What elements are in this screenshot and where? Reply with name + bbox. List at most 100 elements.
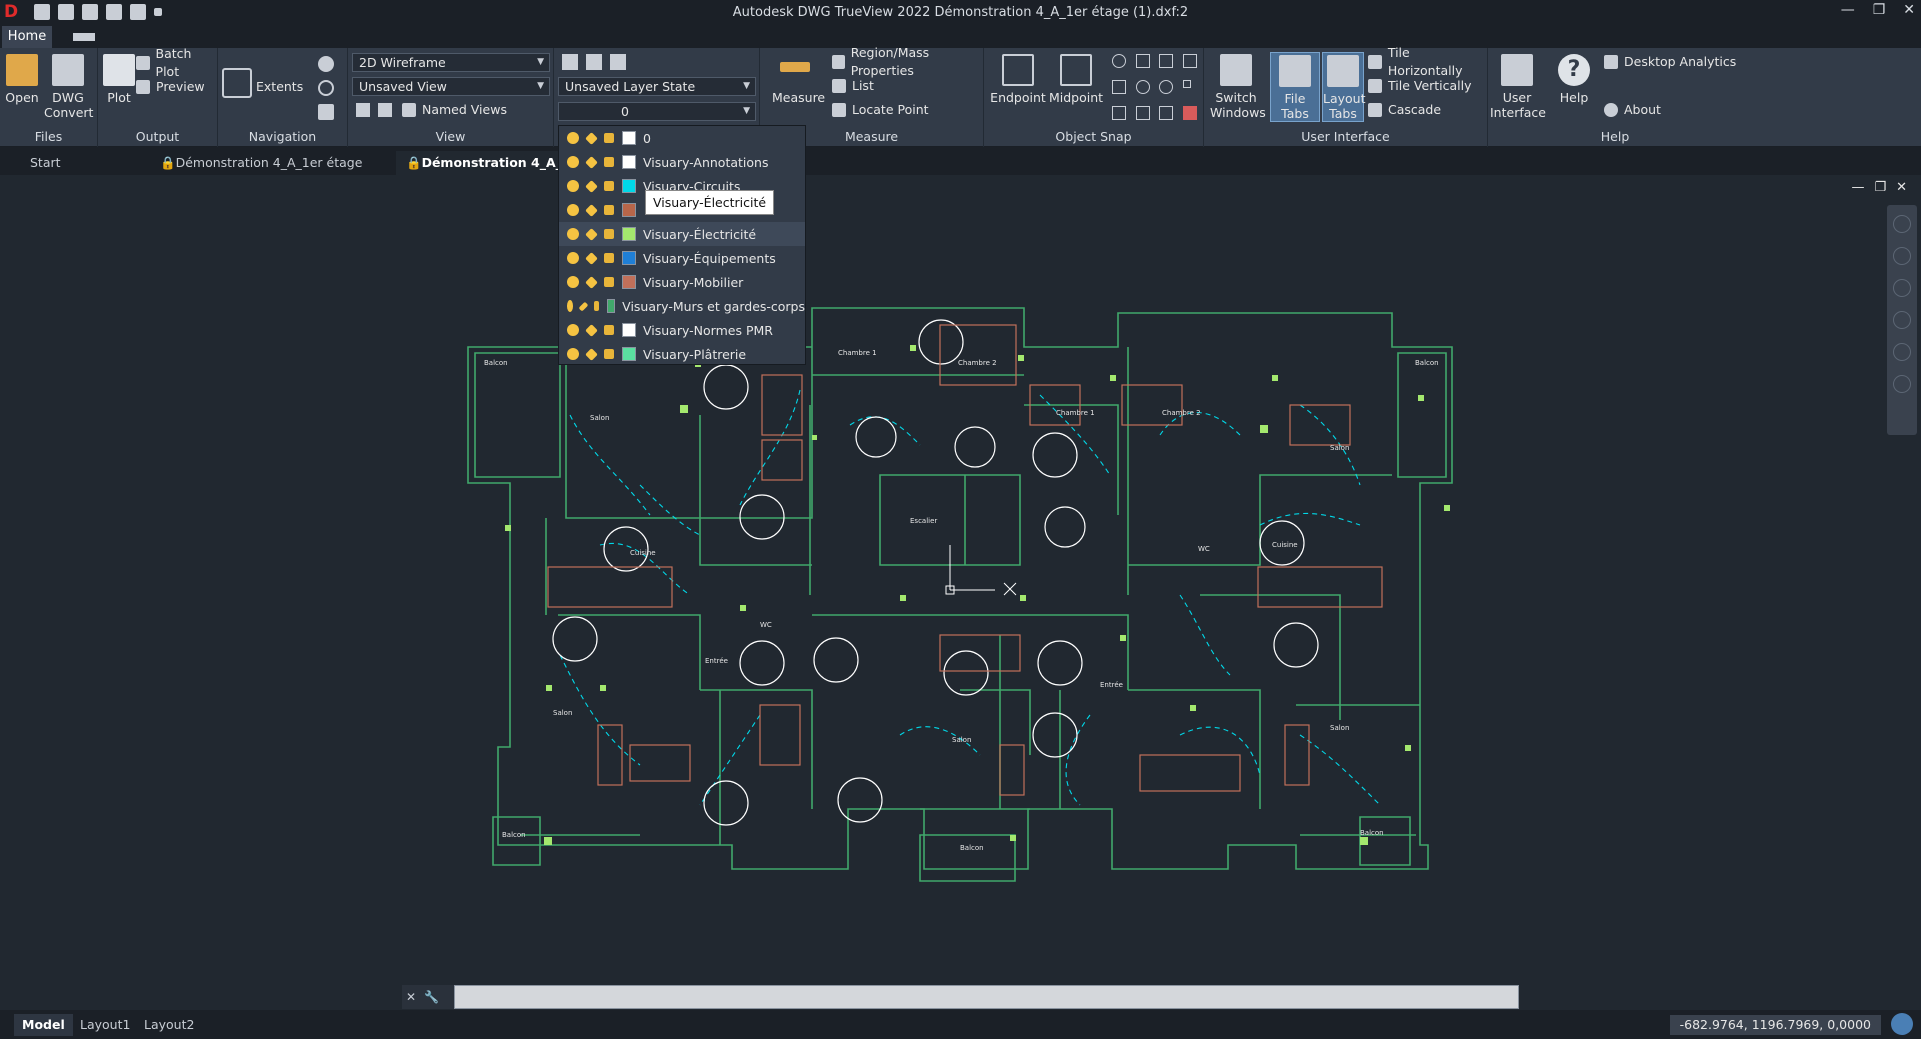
midpoint-button[interactable]: Midpoint: [1048, 54, 1104, 105]
layer-item[interactable]: 0: [559, 126, 805, 150]
visual-style-select[interactable]: 2D Wireframe ▼: [352, 53, 550, 72]
layer-unisolate-icon[interactable]: [610, 54, 626, 70]
tab-layout2[interactable]: Layout2: [136, 1014, 202, 1036]
unlock-icon[interactable]: [604, 205, 614, 215]
tab-home[interactable]: Home: [2, 26, 52, 48]
layer-item[interactable]: Visuary-Électricité: [559, 222, 805, 246]
restore-button[interactable]: ❐: [1873, 2, 1886, 18]
sun-freeze-icon[interactable]: [585, 131, 598, 145]
center-snap-icon[interactable]: [1112, 54, 1126, 68]
unlock-icon[interactable]: [604, 325, 614, 335]
extension-snap-icon[interactable]: [1182, 54, 1197, 68]
lightbulb-icon[interactable]: [567, 180, 579, 192]
sun-freeze-icon[interactable]: [585, 251, 598, 265]
unlock-icon[interactable]: [604, 253, 614, 263]
orbit-icon[interactable]: [318, 80, 334, 96]
sun-freeze-icon[interactable]: [585, 179, 598, 193]
unlock-icon[interactable]: [604, 157, 614, 167]
layer-properties-icon[interactable]: [562, 54, 578, 70]
close-command-line-icon[interactable]: ✕: [406, 990, 416, 1004]
unlock-icon[interactable]: [604, 133, 614, 143]
node-snap-icon[interactable]: [1112, 80, 1126, 94]
layer-item[interactable]: Visuary-Annotations: [559, 150, 805, 174]
tab-model[interactable]: Model: [14, 1014, 73, 1036]
layer-isolate-icon[interactable]: [586, 54, 602, 70]
pan-hand-icon[interactable]: [318, 56, 334, 72]
layer-item[interactable]: Visuary-Normes PMR: [559, 318, 805, 342]
lightbulb-icon[interactable]: [567, 204, 579, 216]
sun-freeze-icon[interactable]: [585, 323, 598, 337]
file-tabs-button[interactable]: File Tabs: [1270, 52, 1320, 122]
unlock-icon[interactable]: [593, 301, 599, 311]
customize-wrench-icon[interactable]: 🔧: [424, 990, 439, 1004]
layout-tabs-button[interactable]: Layout Tabs: [1322, 52, 1366, 122]
perpendicular-snap-icon[interactable]: [1112, 106, 1126, 120]
lightbulb-icon[interactable]: [567, 132, 579, 144]
lightbulb-icon[interactable]: [567, 324, 579, 336]
insertion-snap-icon[interactable]: [1182, 80, 1191, 88]
lightbulb-icon[interactable]: [567, 276, 579, 288]
layer-item[interactable]: Visuary-Plâtrerie: [559, 342, 805, 366]
nearest-snap-icon[interactable]: [1159, 106, 1173, 120]
layer-item[interactable]: Visuary-Mobilier: [559, 270, 805, 294]
list-button[interactable]: List: [832, 77, 874, 95]
sun-freeze-icon[interactable]: [585, 275, 598, 289]
layer-item[interactable]: Visuary-Murs et gardes-corps: [559, 294, 805, 318]
quadrant-snap-icon[interactable]: [1135, 80, 1150, 94]
unlock-icon[interactable]: [604, 349, 614, 359]
lightbulb-icon[interactable]: [567, 300, 574, 312]
tile-vertically-button[interactable]: Tile Vertically: [1368, 77, 1472, 95]
sun-freeze-icon[interactable]: [585, 347, 598, 361]
region-mass-properties-button[interactable]: Region/Mass Properties: [832, 45, 983, 78]
dwg-convert-button[interactable]: DWG Convert: [44, 54, 93, 120]
close-button[interactable]: ✕: [1903, 2, 1915, 18]
endpoint-button[interactable]: Endpoint: [990, 54, 1046, 105]
tab-document-2[interactable]: 🔒Démonstration 4_A_1er ét: [396, 151, 560, 175]
open-button[interactable]: Open: [4, 54, 40, 105]
sun-freeze-icon[interactable]: [578, 301, 589, 311]
unlock-icon[interactable]: [604, 181, 614, 191]
intersection-snap-icon[interactable]: [1135, 54, 1150, 68]
drawing-canvas[interactable]: — ❐ ✕ Balcon Salon Chambre 1 Chambre 2 E…: [0, 175, 1921, 1010]
command-input[interactable]: [454, 985, 1519, 1009]
help-button[interactable]: ? Help: [1554, 54, 1594, 105]
clear-snaps-icon[interactable]: [1182, 106, 1197, 120]
named-view-select[interactable]: Unsaved View ▼: [352, 77, 550, 96]
locate-point-button[interactable]: Locate Point: [832, 101, 929, 119]
tab-document-1[interactable]: 🔒Démonstration 4_A_1er étage (1).dxf ✕: [150, 151, 390, 194]
about-button[interactable]: About: [1604, 101, 1661, 119]
apparent-intersection-snap-icon[interactable]: [1159, 54, 1173, 68]
sun-freeze-icon[interactable]: [585, 227, 598, 241]
current-layer-select[interactable]: 0 ▼: [558, 102, 756, 121]
parallel-snap-icon[interactable]: [1135, 106, 1150, 120]
batch-plot-button[interactable]: Batch Plot: [136, 46, 217, 79]
extents-button[interactable]: Extents: [256, 78, 303, 96]
layer-state-select[interactable]: Unsaved Layer State ▼: [558, 77, 756, 96]
named-views-button[interactable]: Named Views: [402, 101, 507, 119]
sun-freeze-icon[interactable]: [585, 155, 598, 169]
lightbulb-icon[interactable]: [567, 228, 579, 240]
preview-button[interactable]: Preview: [136, 78, 205, 96]
sun-freeze-icon[interactable]: [585, 203, 598, 217]
status-toggle-icon[interactable]: [1891, 1013, 1913, 1035]
tab-layout1[interactable]: Layout1: [72, 1014, 138, 1036]
cascade-button[interactable]: Cascade: [1368, 101, 1441, 119]
plot-button[interactable]: Plot: [102, 54, 136, 105]
tile-horizontally-button[interactable]: Tile Horizontally: [1368, 45, 1487, 78]
tangent-snap-icon[interactable]: [1159, 80, 1173, 94]
desktop-analytics-button[interactable]: Desktop Analytics: [1604, 53, 1736, 71]
steering-wheel-icon[interactable]: [318, 104, 334, 120]
switch-windows-button[interactable]: Switch Windows: [1210, 54, 1266, 120]
lightbulb-icon[interactable]: [567, 156, 579, 168]
view-cube-icon[interactable]: [356, 103, 370, 117]
layer-item[interactable]: Visuary-Équipements: [559, 246, 805, 270]
minimize-button[interactable]: —: [1841, 2, 1855, 18]
measure-button[interactable]: Measure: [772, 62, 825, 105]
tab-start[interactable]: Start: [20, 151, 150, 175]
user-interface-button[interactable]: User Interface: [1490, 54, 1546, 120]
unlock-icon[interactable]: [604, 229, 614, 239]
lightbulb-icon[interactable]: [567, 348, 579, 360]
ribbon-minimize-icon[interactable]: [73, 33, 95, 41]
viewport-icon[interactable]: [378, 103, 392, 117]
lightbulb-icon[interactable]: [567, 252, 579, 264]
